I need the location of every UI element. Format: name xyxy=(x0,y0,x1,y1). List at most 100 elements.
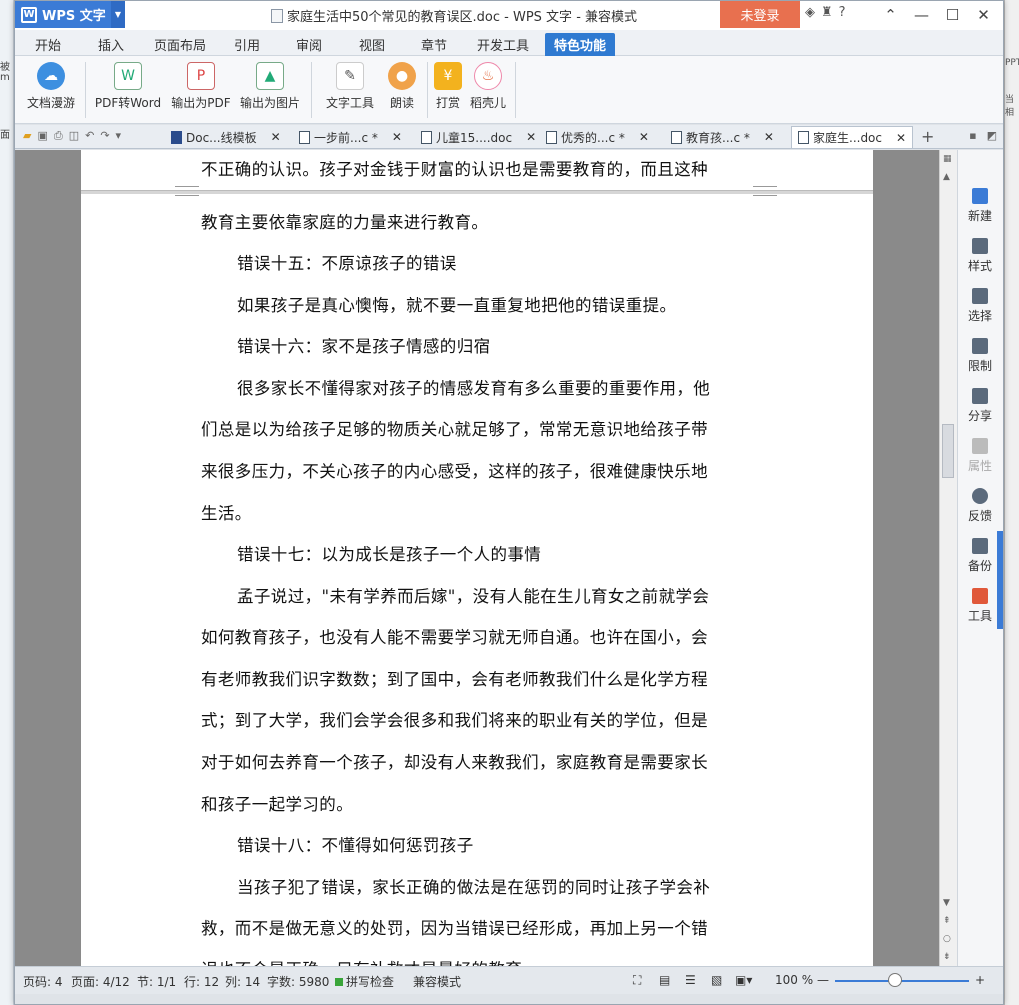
help-icon[interactable]: ? xyxy=(839,5,846,20)
doc-tab[interactable]: 儿童15....doc ✕ xyxy=(421,126,536,148)
close-tab-icon[interactable]: ✕ xyxy=(271,130,281,144)
panel-properties-button[interactable]: 属性 xyxy=(958,438,1002,474)
next-page-icon[interactable]: ⇟ xyxy=(943,952,951,962)
ruler-toggle-icon[interactable]: ▦ xyxy=(943,154,952,164)
panel-label: 工具 xyxy=(967,609,992,623)
tab-special-features[interactable]: 特色功能 xyxy=(545,33,615,56)
shirt-icon[interactable]: ♜ xyxy=(821,5,833,20)
tab-review[interactable]: 审阅 xyxy=(285,33,333,56)
status-col[interactable]: 列: 14 xyxy=(225,973,260,990)
collapse-ribbon-icon[interactable]: ⌃ xyxy=(875,3,906,27)
tab-list-icon[interactable]: ▪ xyxy=(969,129,976,142)
panel-collapse-handle[interactable] xyxy=(997,531,1003,629)
login-button[interactable]: 未登录 xyxy=(720,1,800,28)
paragraph-line: 教育主要依靠家庭的力量来进行教育。 xyxy=(201,213,489,232)
status-section[interactable]: 节: 1/1 xyxy=(137,973,176,990)
tab-developer[interactable]: 开发工具 xyxy=(471,33,535,56)
page-view-icon[interactable]: ▤ xyxy=(659,973,670,987)
panel-restrict-button[interactable]: 限制 xyxy=(958,338,1002,374)
chevron-down-icon[interactable]: ▾ xyxy=(116,129,122,143)
tab-references[interactable]: 引用 xyxy=(223,33,271,56)
close-tab-icon[interactable]: ✕ xyxy=(392,130,402,144)
ribbon-label: 输出为图片 xyxy=(239,96,300,110)
zoom-slider-track[interactable] xyxy=(835,980,969,982)
prev-page-icon[interactable]: ⇞ xyxy=(943,916,951,926)
export-pdf-button[interactable]: P 输出为PDF xyxy=(170,62,232,111)
read-aloud-button[interactable]: ● 朗读 xyxy=(385,62,419,111)
panel-share-button[interactable]: 分享 xyxy=(958,388,1002,424)
close-tab-icon[interactable]: ✕ xyxy=(526,130,536,144)
panel-feedback-button[interactable]: 反馈 xyxy=(958,488,1002,524)
document-area[interactable]: 不正确的认识。孩子对金钱于财富的认识也是需要教育的，而且这种 教育主要依靠家庭的… xyxy=(15,150,939,966)
outline-view-icon[interactable]: ☰ xyxy=(685,973,696,987)
export-image-button[interactable]: ▲ 输出为图片 xyxy=(238,62,302,111)
fullscreen-icon[interactable]: ⛶ xyxy=(633,973,641,988)
tab-insert[interactable]: 插入 xyxy=(87,33,135,56)
new-tab-icon[interactable]: + xyxy=(921,127,934,146)
open-icon[interactable]: ▰ xyxy=(23,129,31,143)
tab-page-layout[interactable]: 页面布局 xyxy=(148,33,212,56)
zoom-out-icon[interactable]: — xyxy=(817,973,829,987)
tab-menu-icon[interactable]: ◩ xyxy=(987,129,997,142)
status-word-count[interactable]: 字数: 5980 xyxy=(267,973,329,990)
docer-button[interactable]: ♨ 稻壳儿 xyxy=(467,62,509,111)
print-preview-icon[interactable]: ◫ xyxy=(69,129,79,143)
tab-view[interactable]: 视图 xyxy=(348,33,396,56)
vertical-scrollbar[interactable]: ▦ ▲ ▼ ⇞ ○ ⇟ xyxy=(939,150,957,966)
close-tab-icon[interactable]: ✕ xyxy=(764,130,774,144)
zoom-in-icon[interactable]: + xyxy=(975,973,985,987)
maximize-icon[interactable]: ☐ xyxy=(937,3,968,27)
chevron-down-icon[interactable]: ▼ xyxy=(111,1,125,28)
bg-label: 当相 xyxy=(1005,95,1015,118)
scroll-up-icon[interactable]: ▲ xyxy=(943,172,950,182)
scroll-down-icon[interactable]: ▼ xyxy=(943,898,950,908)
paragraph-line: 们总是以为给孩子足够的物质关心就足够了，常常无意识地给孩子带 xyxy=(201,420,708,439)
reward-button[interactable]: ¥ 打赏 xyxy=(431,62,465,111)
panel-select-button[interactable]: 选择 xyxy=(958,288,1002,324)
status-row[interactable]: 行: 12 xyxy=(184,973,219,990)
tab-chapter[interactable]: 章节 xyxy=(410,33,458,56)
doc-tab[interactable]: Doc...线模板 ✕ xyxy=(171,126,281,148)
scroll-thumb[interactable] xyxy=(942,424,954,478)
tab-home[interactable]: 开始 xyxy=(23,33,73,56)
camera-icon xyxy=(972,538,988,554)
doc-roaming-button[interactable]: ☁ 文档漫游 xyxy=(23,62,79,111)
status-page-code[interactable]: 页码: 4 xyxy=(23,973,63,990)
doc-tab[interactable]: 教育孩...c * ✕ xyxy=(671,126,774,148)
panel-label: 分享 xyxy=(967,409,992,423)
web-view-icon[interactable]: ▧ xyxy=(711,973,722,987)
pdf-to-word-button[interactable]: W PDF转Word xyxy=(93,62,163,111)
status-pages[interactable]: 页面: 4/12 xyxy=(71,973,130,990)
ribbon-label: 打赏 xyxy=(435,96,460,110)
document-icon xyxy=(671,130,682,144)
skin-icon[interactable]: ◈ xyxy=(805,5,815,20)
background-window-left: 被 面 m xyxy=(0,0,14,1005)
save-icon[interactable]: ▣ xyxy=(37,129,47,143)
text-tools-button[interactable]: ✎ 文字工具 xyxy=(319,62,381,111)
redo-icon[interactable]: ↷ xyxy=(100,129,109,143)
close-icon[interactable]: ✕ xyxy=(968,3,999,27)
reading-view-icon[interactable]: ▣▾ xyxy=(735,973,752,987)
print-icon[interactable]: ⎙ xyxy=(54,129,63,143)
select-browse-icon[interactable]: ○ xyxy=(943,934,951,944)
doc-tab[interactable]: 优秀的...c * ✕ xyxy=(546,126,649,148)
zoom-level[interactable]: 100 % xyxy=(775,973,813,987)
panel-backup-button[interactable]: 备份 xyxy=(958,538,1002,574)
ribbon-separator xyxy=(515,62,516,118)
doc-tab-active[interactable]: 家庭生...doc ✕ xyxy=(791,126,914,148)
zoom-slider-handle[interactable] xyxy=(888,973,903,987)
doc-tab[interactable]: 一步前...c * ✕ xyxy=(299,126,402,148)
panel-new-button[interactable]: 新建 xyxy=(958,188,1002,224)
status-bar: 页码: 4 页面: 4/12 节: 1/1 行: 12 列: 14 字数: 59… xyxy=(15,966,1003,994)
panel-style-button[interactable]: 样式 xyxy=(958,238,1002,274)
spell-check-toggle[interactable]: 拼写检查 xyxy=(335,973,394,990)
undo-icon[interactable]: ↶ xyxy=(85,129,94,143)
close-tab-icon[interactable]: ✕ xyxy=(639,130,649,144)
paragraph-line: 来很多压力，不关心孩子的内心感受，这样的孩子，很难健康快乐地 xyxy=(201,462,708,481)
close-tab-icon[interactable]: ✕ xyxy=(896,131,906,145)
properties-icon xyxy=(972,438,988,454)
minimize-icon[interactable]: — xyxy=(906,3,937,27)
panel-tools-button[interactable]: 工具 xyxy=(958,588,1002,624)
spell-check-icon xyxy=(335,978,343,986)
app-menu-button[interactable]: W WPS 文字 ▼ xyxy=(15,1,125,28)
